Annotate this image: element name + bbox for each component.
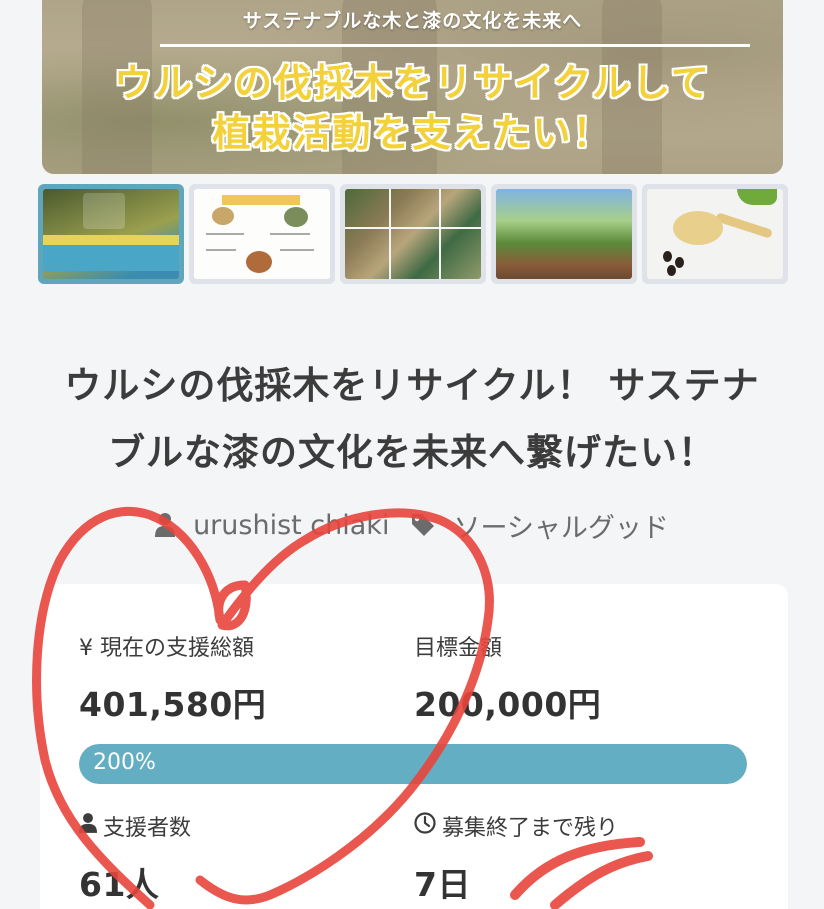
- hero-image[interactable]: サステナブルな木と漆の文化を未来へ ウルシの伐採木をリサイクルして 植栽活動を支…: [42, 0, 783, 174]
- user-icon: [155, 513, 176, 537]
- thumbnail-4[interactable]: [491, 184, 637, 284]
- goal-amount-value: 200,000円: [414, 685, 602, 724]
- supporters-label-text: 支援者数: [103, 816, 192, 841]
- clock-icon: [414, 812, 436, 840]
- goal-amount-label: 目標金額: [414, 636, 503, 661]
- owner-name: urushist chiaki: [193, 509, 390, 541]
- thumbnail-strip: [38, 184, 788, 284]
- user-icon: [79, 813, 97, 839]
- project-title-line2: ブルな漆の文化を未来へ繋げたい！: [108, 431, 716, 474]
- hero-divider: [160, 44, 750, 47]
- page: サステナブルな木と漆の文化を未来へ ウルシの伐採木をリサイクルして 植栽活動を支…: [0, 0, 824, 909]
- current-amount-label: ¥ 現在の支援総額: [79, 636, 254, 661]
- thumbnail-image: [647, 189, 783, 279]
- supporters-value: 61人: [79, 865, 160, 904]
- project-meta: urushist chiaki ソーシャルグッド: [0, 505, 824, 545]
- remaining-value: 7日: [414, 865, 471, 904]
- thumbnail-image: [194, 189, 330, 279]
- progress-bar: 200%: [79, 744, 747, 784]
- progress-fill: [79, 744, 747, 784]
- thumbnail-image: [345, 189, 481, 279]
- thumbnail-image: [43, 189, 179, 279]
- tag-icon: [411, 513, 435, 537]
- hero-title-line2: 植栽活動を支えたい！: [212, 111, 613, 155]
- current-amount-value: 401,580円: [79, 685, 267, 724]
- category-name: ソーシャルグッド: [453, 512, 669, 544]
- hero-subtitle: サステナブルな木と漆の文化を未来へ: [242, 10, 583, 32]
- hero-title-line1: ウルシの伐採木をリサイクルして: [114, 61, 711, 105]
- project-title: ウルシの伐採木をリサイクル！ サステナ ブルな漆の文化を未来へ繋げたい！: [30, 352, 794, 486]
- thumbnail-2[interactable]: [189, 184, 335, 284]
- owner-link[interactable]: urushist chiaki: [155, 510, 389, 541]
- thumbnail-3[interactable]: [340, 184, 486, 284]
- thumbnail-image: [496, 189, 632, 279]
- thumbnail-1[interactable]: [38, 184, 184, 284]
- project-title-line1: ウルシの伐採木をリサイクル！ サステナ: [64, 364, 760, 407]
- supporters-label: 支援者数: [79, 810, 191, 842]
- remaining-label-text: 募集終了まで残り: [442, 816, 619, 841]
- thumbnail-5[interactable]: [642, 184, 788, 284]
- funding-card: ¥ 現在の支援総額 401,580円 目標金額 200,000円 200% 支援…: [40, 584, 788, 909]
- remaining-label: 募集終了まで残り: [414, 810, 618, 842]
- category-link[interactable]: ソーシャルグッド: [411, 506, 669, 545]
- progress-percent: 200%: [93, 750, 156, 775]
